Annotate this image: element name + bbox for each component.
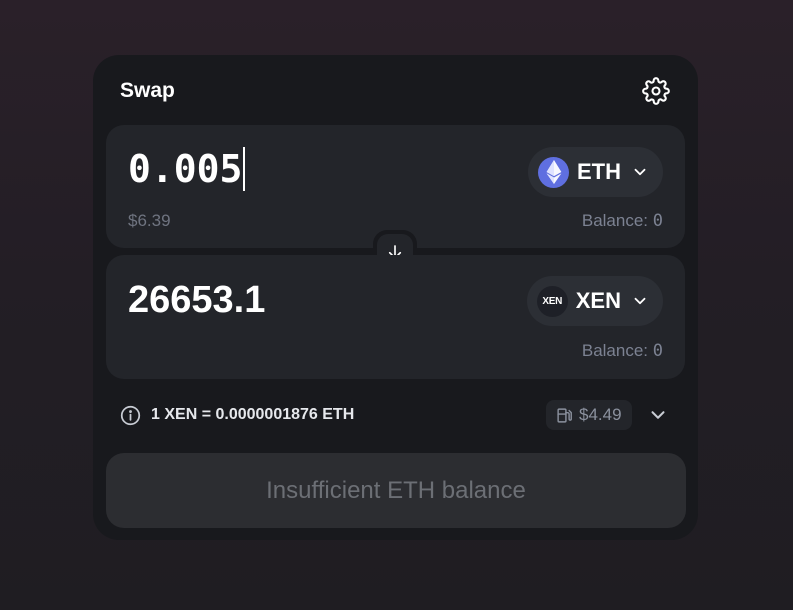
swap-card: Swap 0.005 $6.39 ETH Balance: 0 26653.1 … — [93, 55, 698, 540]
eth-logo-icon — [538, 156, 569, 188]
swap-header: Swap — [93, 55, 698, 125]
to-balance-label: Balance: — [581, 341, 653, 360]
to-panel: 26653.1 XEN XEN Balance: 0 — [106, 255, 685, 379]
gas-fee-badge: $4.49 — [546, 400, 632, 430]
exchange-rate: 1 XEN = 0.0000001876 ETH — [151, 406, 355, 423]
swap-submit-button[interactable]: Insufficient ETH balance — [106, 453, 686, 528]
xen-logo-icon: XEN — [536, 285, 568, 317]
expand-details-button[interactable] — [647, 404, 669, 426]
from-token-select[interactable]: ETH — [528, 147, 663, 197]
to-amount-value: 26653.1 — [128, 279, 266, 321]
gas-fee-value: $4.49 — [579, 405, 622, 424]
to-amount-input[interactable]: 26653.1 — [128, 279, 265, 322]
chevron-down-icon — [631, 292, 649, 310]
gas-pump-icon — [556, 407, 573, 424]
chevron-down-icon — [631, 163, 649, 181]
info-icon[interactable] — [120, 405, 141, 431]
to-balance: Balance: 0 — [582, 341, 663, 361]
from-balance: Balance: 0 — [582, 211, 663, 231]
gear-icon — [642, 77, 670, 105]
to-token-select[interactable]: XEN XEN — [526, 276, 663, 326]
from-balance-value: 0 — [652, 211, 663, 231]
to-token-symbol: XEN — [575, 288, 621, 313]
text-caret — [243, 147, 246, 191]
from-amount-value: 0.005 — [128, 147, 243, 191]
from-amount-input[interactable]: 0.005 — [128, 147, 246, 191]
from-token-symbol: ETH — [577, 159, 621, 184]
to-balance-value: 0 — [652, 341, 663, 361]
settings-button[interactable] — [641, 76, 671, 106]
rate-row: 1 XEN = 0.0000001876 ETH $4.49 — [120, 400, 673, 432]
page-title: Swap — [120, 79, 175, 102]
from-balance-label: Balance: — [581, 211, 653, 230]
chevron-down-icon — [647, 404, 669, 426]
from-usd-value: $6.39 — [128, 211, 171, 230]
